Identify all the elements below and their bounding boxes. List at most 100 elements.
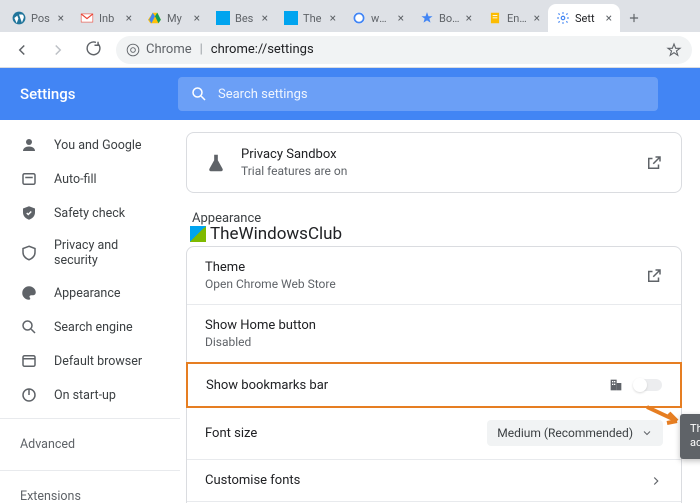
browser-toolbar: Chrome | chrome://settings (0, 32, 700, 68)
row-customise-fonts[interactable]: Customise fonts (187, 460, 681, 502)
chevron-down-icon (641, 427, 653, 439)
search-icon (20, 318, 38, 336)
palette-icon (20, 284, 38, 302)
google-icon (352, 11, 366, 25)
tab-the[interactable]: The × (276, 4, 344, 32)
divider (0, 470, 180, 471)
separator: | (200, 42, 203, 57)
chrome-icon (126, 43, 140, 57)
sidebar-item-autofill[interactable]: Auto-fill (0, 162, 180, 196)
search-input[interactable] (218, 87, 646, 102)
twc-icon (216, 11, 230, 25)
settings-search[interactable] (178, 77, 658, 111)
safety-icon (20, 204, 38, 222)
tab-settings[interactable]: Sett × (548, 4, 620, 32)
open-external-button[interactable] (645, 267, 663, 285)
back-button[interactable] (8, 36, 36, 64)
bookmarks-toggle[interactable] (634, 379, 662, 391)
doc-icon (488, 11, 502, 25)
tab-posts[interactable]: Pos × (4, 4, 72, 32)
person-icon (20, 136, 38, 154)
tab-label: Sett (575, 12, 601, 25)
arrow-left-icon (13, 41, 31, 59)
gdrive-icon (148, 11, 162, 25)
address-bar[interactable]: Chrome | chrome://settings (116, 36, 692, 64)
power-icon (20, 386, 38, 404)
card-subtitle: Trial features are on (241, 164, 347, 178)
arrow-right-icon (49, 41, 67, 59)
autofill-icon (20, 170, 38, 188)
row-font-size: Font size Medium (Recommended) (187, 407, 681, 460)
row-home-button[interactable]: Show Home button Disabled (187, 305, 681, 363)
sidebar-item-you[interactable]: You and Google (0, 128, 180, 162)
twc-logo-icon (190, 226, 206, 242)
sidebar-item-appearance[interactable]: Appearance (0, 276, 180, 310)
close-icon[interactable]: × (606, 11, 612, 25)
external-link-icon (645, 154, 663, 172)
divider (0, 418, 180, 419)
sidebar-item-safety[interactable]: Safety check (0, 196, 180, 230)
twc-icon (284, 11, 298, 25)
main-panel: Privacy Sandbox Trial features are on Ap… (180, 120, 700, 503)
card-title: Privacy Sandbox (241, 147, 347, 162)
sidebar-item-default[interactable]: Default browser (0, 344, 180, 378)
chevron-right-icon (649, 474, 663, 488)
content-area: You and Google Auto-fill Safety check Pr… (0, 120, 700, 503)
tab-label: Bookm (439, 12, 461, 25)
tab-bookmarks[interactable]: Bookm × (412, 4, 480, 32)
gmail-icon (80, 11, 94, 25)
close-icon[interactable]: × (398, 11, 404, 25)
watermark: TheWindowsClub (190, 224, 682, 244)
close-icon[interactable]: × (466, 11, 472, 25)
tab-label: what is (371, 12, 393, 25)
tab-label: The (303, 12, 325, 25)
external-link-icon (645, 267, 663, 285)
url-text: chrome://settings (211, 42, 658, 57)
plus-icon (627, 11, 641, 25)
close-icon[interactable]: × (262, 11, 268, 25)
settings-header: Settings (0, 68, 700, 120)
close-icon[interactable]: × (194, 11, 200, 25)
new-tab-button[interactable] (620, 4, 648, 32)
sidebar: You and Google Auto-fill Safety check Pr… (0, 120, 180, 503)
sidebar-item-startup[interactable]: On start-up (0, 378, 180, 412)
row-bookmarks-bar[interactable]: Show bookmarks bar (186, 362, 682, 408)
site-info[interactable]: Chrome (126, 42, 192, 57)
search-icon (190, 85, 208, 103)
scheme-label: Chrome (146, 42, 192, 57)
appearance-card: Theme Open Chrome Web Store Show Home bu… (186, 246, 682, 503)
sidebar-item-privacy[interactable]: Privacy and security (0, 230, 180, 276)
sandbox-icon (205, 152, 227, 174)
close-icon[interactable]: × (126, 11, 132, 25)
sidebar-item-search[interactable]: Search engine (0, 310, 180, 344)
forward-button[interactable] (44, 36, 72, 64)
close-icon[interactable]: × (534, 11, 540, 25)
tab-label: Bes (235, 12, 257, 25)
watermark-text: TheWindowsClub (210, 224, 342, 244)
wordpress-icon (12, 11, 26, 25)
tab-google[interactable]: what is × (344, 4, 412, 32)
tab-best[interactable]: Bes × (208, 4, 276, 32)
tab-label: Inb (99, 12, 121, 25)
tab-strip: Pos × Inb × My × Bes × The × what is × B… (0, 0, 700, 32)
open-external-button[interactable] (645, 154, 663, 172)
browser-icon (20, 352, 38, 370)
tab-drive[interactable]: My × (140, 4, 208, 32)
enterprise-icon (608, 377, 624, 393)
shield-icon (20, 244, 38, 262)
bookmark-star-button[interactable] (666, 42, 682, 58)
close-icon[interactable]: × (330, 11, 336, 25)
sidebar-extensions[interactable]: Extensions (0, 477, 180, 503)
close-icon[interactable]: × (58, 11, 64, 25)
tab-label: Pos (31, 12, 53, 25)
reload-button[interactable] (80, 36, 108, 64)
sidebar-advanced[interactable]: Advanced (0, 425, 180, 464)
tab-label: My (167, 12, 189, 25)
row-theme[interactable]: Theme Open Chrome Web Store (187, 247, 681, 305)
tab-inbox[interactable]: Inb × (72, 4, 140, 32)
font-size-dropdown[interactable]: Medium (Recommended) (487, 420, 663, 446)
reload-icon (86, 41, 103, 58)
page-title: Settings (20, 85, 178, 103)
tab-enable[interactable]: Enable × (480, 4, 548, 32)
privacy-sandbox-card[interactable]: Privacy Sandbox Trial features are on (186, 132, 682, 193)
